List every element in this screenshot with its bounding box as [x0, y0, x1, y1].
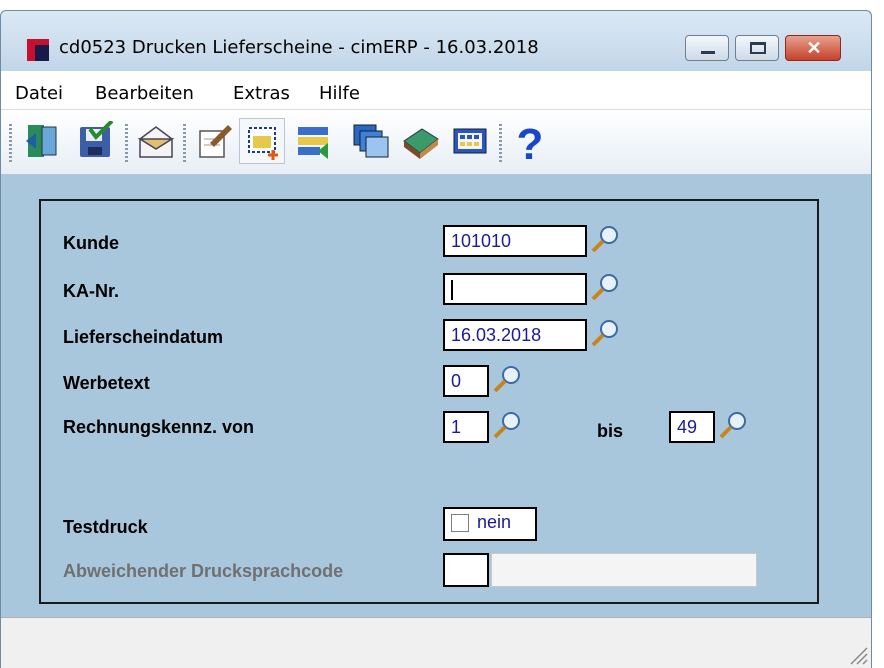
rechnungskennz-bis-search-icon[interactable]	[717, 409, 749, 441]
kunde-field[interactable]: 101010	[443, 225, 587, 257]
title-bar[interactable]: cd0523 Drucken Lieferscheine - cimERP - …	[1, 11, 871, 71]
exit-button[interactable]	[19, 118, 65, 164]
status-bar	[1, 617, 871, 668]
werbetext-label: Werbetext	[63, 373, 150, 393]
menu-hilfe[interactable]: Hilfe	[319, 83, 360, 104]
menu-datei[interactable]: Datei	[15, 83, 63, 104]
testdruck-checkbox-field[interactable]: nein	[443, 507, 537, 541]
menu-extras[interactable]: Extras	[233, 83, 290, 104]
testdruck-label: Testdruck	[63, 517, 148, 537]
lieferscheindatum-search-icon[interactable]	[589, 317, 621, 349]
ka-nr-search-icon[interactable]	[589, 271, 621, 303]
edit-button[interactable]	[191, 118, 237, 164]
edit-icon	[199, 125, 232, 158]
lieferscheindatum-label: Lieferscheindatum	[63, 327, 224, 347]
windows-icon	[353, 124, 389, 158]
window-title: cd0523 Drucken Lieferscheine - cimERP - …	[59, 37, 539, 58]
book-button[interactable]	[397, 118, 443, 164]
maximize-icon	[750, 42, 766, 54]
werbetext-search-icon[interactable]	[491, 363, 523, 395]
help-button[interactable]: ?	[507, 118, 553, 165]
save-icon	[80, 121, 114, 157]
toolbar: ?	[1, 110, 871, 175]
new-record-icon	[248, 127, 278, 160]
drucksprachcode-code-field[interactable]	[443, 553, 489, 587]
resize-grip-icon[interactable]	[845, 642, 869, 666]
print-options-panel: Kunde 101010 KA-Nr. Lieferscheindatum 16…	[39, 199, 819, 604]
toolbar-separator	[499, 124, 502, 162]
text-caret	[451, 280, 453, 301]
grid-button[interactable]	[447, 118, 493, 164]
minimize-icon	[701, 51, 715, 54]
testdruck-checkbox[interactable]	[451, 514, 469, 532]
close-icon: ✕	[806, 38, 822, 58]
close-button[interactable]: ✕	[785, 35, 841, 61]
maximize-button[interactable]	[735, 35, 779, 61]
new-record-button[interactable]	[239, 118, 285, 164]
bis-label: bis	[597, 421, 624, 441]
rechnungskennz-von-search-icon[interactable]	[491, 409, 523, 441]
lieferscheindatum-field[interactable]: 16.03.2018	[443, 319, 587, 351]
rechnungskennz-von-field[interactable]: 1	[443, 411, 489, 443]
drucksprachcode-label: Abweichender Drucksprachcode	[63, 561, 344, 581]
drucksprachcode-description-field	[491, 553, 757, 587]
toolbar-separator	[125, 124, 128, 162]
toolbar-separator	[183, 124, 186, 162]
book-icon	[403, 128, 439, 159]
transfer-button[interactable]	[291, 118, 337, 164]
svg-text:?: ?	[517, 121, 544, 165]
app-icon	[27, 39, 49, 61]
transfer-icon	[298, 127, 328, 159]
windows-button[interactable]	[347, 118, 393, 164]
kunde-search-icon[interactable]	[589, 223, 621, 255]
toolbar-grip[interactable]	[9, 124, 12, 162]
grid-icon	[453, 128, 487, 154]
exit-icon	[26, 125, 57, 157]
mail-button[interactable]	[133, 118, 179, 164]
rechnungskennz-bis-field[interactable]: 49	[669, 411, 715, 443]
testdruck-value: nein	[477, 512, 512, 532]
application-window: cd0523 Drucken Lieferscheine - cimERP - …	[0, 10, 872, 668]
minimize-button[interactable]	[685, 35, 729, 61]
ka-nr-field[interactable]	[443, 273, 587, 305]
mail-icon	[137, 126, 175, 158]
help-icon: ?	[517, 121, 544, 165]
form-area: Kunde 101010 KA-Nr. Lieferscheindatum 16…	[1, 175, 871, 617]
menu-bearbeiten[interactable]: Bearbeiten	[95, 83, 194, 104]
rechnungskennz-label: Rechnungskennz. von	[63, 417, 255, 437]
save-button[interactable]	[73, 118, 119, 164]
ka-nr-label: KA-Nr.	[63, 281, 120, 301]
werbetext-field[interactable]: 0	[443, 365, 489, 397]
menu-bar: Datei Bearbeiten Extras Hilfe	[1, 71, 871, 110]
kunde-label: Kunde	[63, 233, 119, 253]
